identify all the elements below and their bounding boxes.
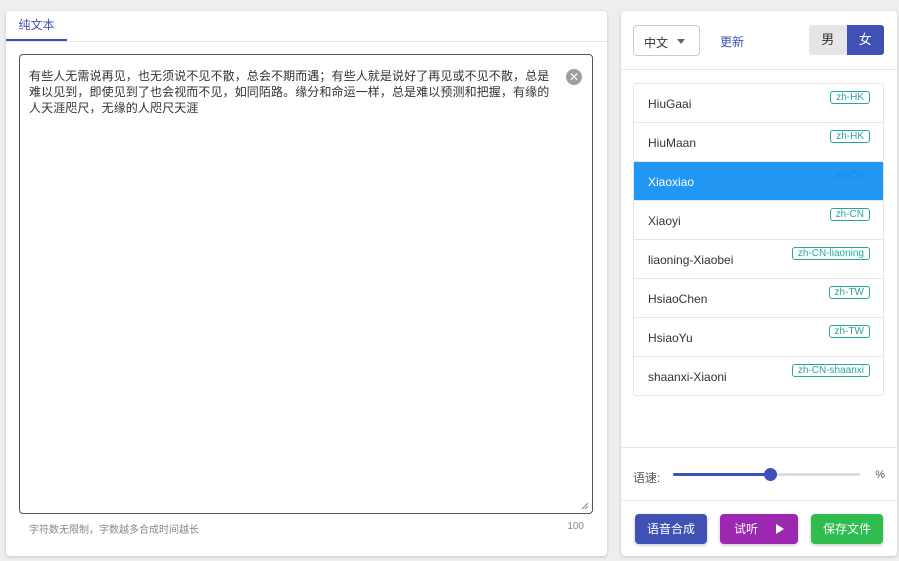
listen-button[interactable]: 试听 xyxy=(720,514,798,544)
play-icon xyxy=(776,524,784,534)
locale-badge: zh-TW xyxy=(828,286,870,299)
text-input-content[interactable]: 有些人无需说再见，也无须说不见不散，总会不期而遇；有些人就是说好了再见或不见不散… xyxy=(29,68,555,116)
voice-settings-card: 中文 更新 男 女 HiuGaai zh-HK HiuMaan zh-HK Xiaoxi… xyxy=(621,11,897,556)
voice-name: HsiaoChen xyxy=(648,292,708,306)
char-counter: 100 xyxy=(567,521,584,532)
locale-badge: zh-HK xyxy=(830,91,870,104)
text-input-card: 纯文本 有些人无需说再见，也无须说不见不散，总会不期而遇；有些人就是说好了再见或… xyxy=(6,11,607,556)
voice-name: shaanxi-Xiaoni xyxy=(648,370,727,384)
speed-slider-thumb[interactable] xyxy=(764,468,778,481)
tab-bar: 纯文本 xyxy=(6,11,607,42)
voice-list-item[interactable]: HiuGaai zh-HK xyxy=(634,84,883,123)
speed-slider[interactable] xyxy=(673,468,860,481)
locale-badge: zh-CN-liaoning xyxy=(791,247,870,260)
voice-name: Xiaoxiao xyxy=(648,175,695,189)
speed-unit: % xyxy=(875,469,885,481)
voice-list-item[interactable]: Xiaoxiao zh-CN xyxy=(634,162,883,201)
locale-badge: zh-CN-shaanxi xyxy=(791,364,870,377)
locale-badge: zh-CN xyxy=(829,169,870,182)
divider xyxy=(621,69,897,70)
voice-name: HiuGaai xyxy=(648,97,692,111)
locale-badge: zh-CN xyxy=(829,208,870,221)
speed-slider-fill xyxy=(673,473,771,476)
gender-toggle: 男 女 xyxy=(809,25,884,55)
voice-name: Xiaoyi xyxy=(648,214,681,228)
voice-list-item[interactable]: HsiaoYu zh-TW xyxy=(634,318,883,357)
listen-button-label: 试听 xyxy=(733,522,758,536)
gender-male-button[interactable]: 男 xyxy=(809,25,847,55)
speed-label: 语速: xyxy=(633,471,661,485)
char-limit-hint: 字符数无限制，字数越多合成时间越长 xyxy=(29,525,199,536)
locale-badge: zh-HK xyxy=(830,130,870,143)
gender-female-button[interactable]: 女 xyxy=(846,25,884,55)
voice-name: HsiaoYu xyxy=(648,331,693,345)
voice-list-item[interactable]: shaanxi-Xiaoni zh-CN-shaanxi xyxy=(634,357,883,395)
voice-name: liaoning-Xiaobei xyxy=(648,253,734,267)
locale-badge: zh-TW xyxy=(828,325,870,338)
voice-list-item[interactable]: HsiaoChen zh-TW xyxy=(634,279,883,318)
divider xyxy=(621,500,897,501)
voice-list-item[interactable]: HiuMaan zh-HK xyxy=(634,123,883,162)
voice-list-item[interactable]: liaoning-Xiaobei zh-CN-liaoning xyxy=(634,240,883,279)
divider xyxy=(621,447,897,448)
language-select[interactable]: 中文 xyxy=(633,25,700,56)
chevron-down-icon xyxy=(677,39,685,44)
tab-plain-text[interactable]: 纯文本 xyxy=(6,11,67,41)
text-input[interactable]: 有些人无需说再见，也无须说不见不散，总会不期而遇；有些人就是说好了再见或不见不散… xyxy=(19,54,593,514)
voice-list-item[interactable]: Xiaoyi zh-CN xyxy=(634,201,883,240)
refresh-button[interactable]: 更新 xyxy=(720,33,744,50)
clear-icon[interactable]: ✕ xyxy=(566,69,582,85)
save-file-button[interactable]: 保存文件 xyxy=(811,514,883,544)
voice-list: HiuGaai zh-HK HiuMaan zh-HK Xiaoxiao zh-CN Xia… xyxy=(633,83,884,396)
voice-name: HiuMaan xyxy=(648,136,697,150)
language-select-value: 中文 xyxy=(644,36,669,50)
synthesize-button[interactable]: 语音合成 xyxy=(635,514,707,544)
resize-handle-icon[interactable] xyxy=(581,502,589,510)
